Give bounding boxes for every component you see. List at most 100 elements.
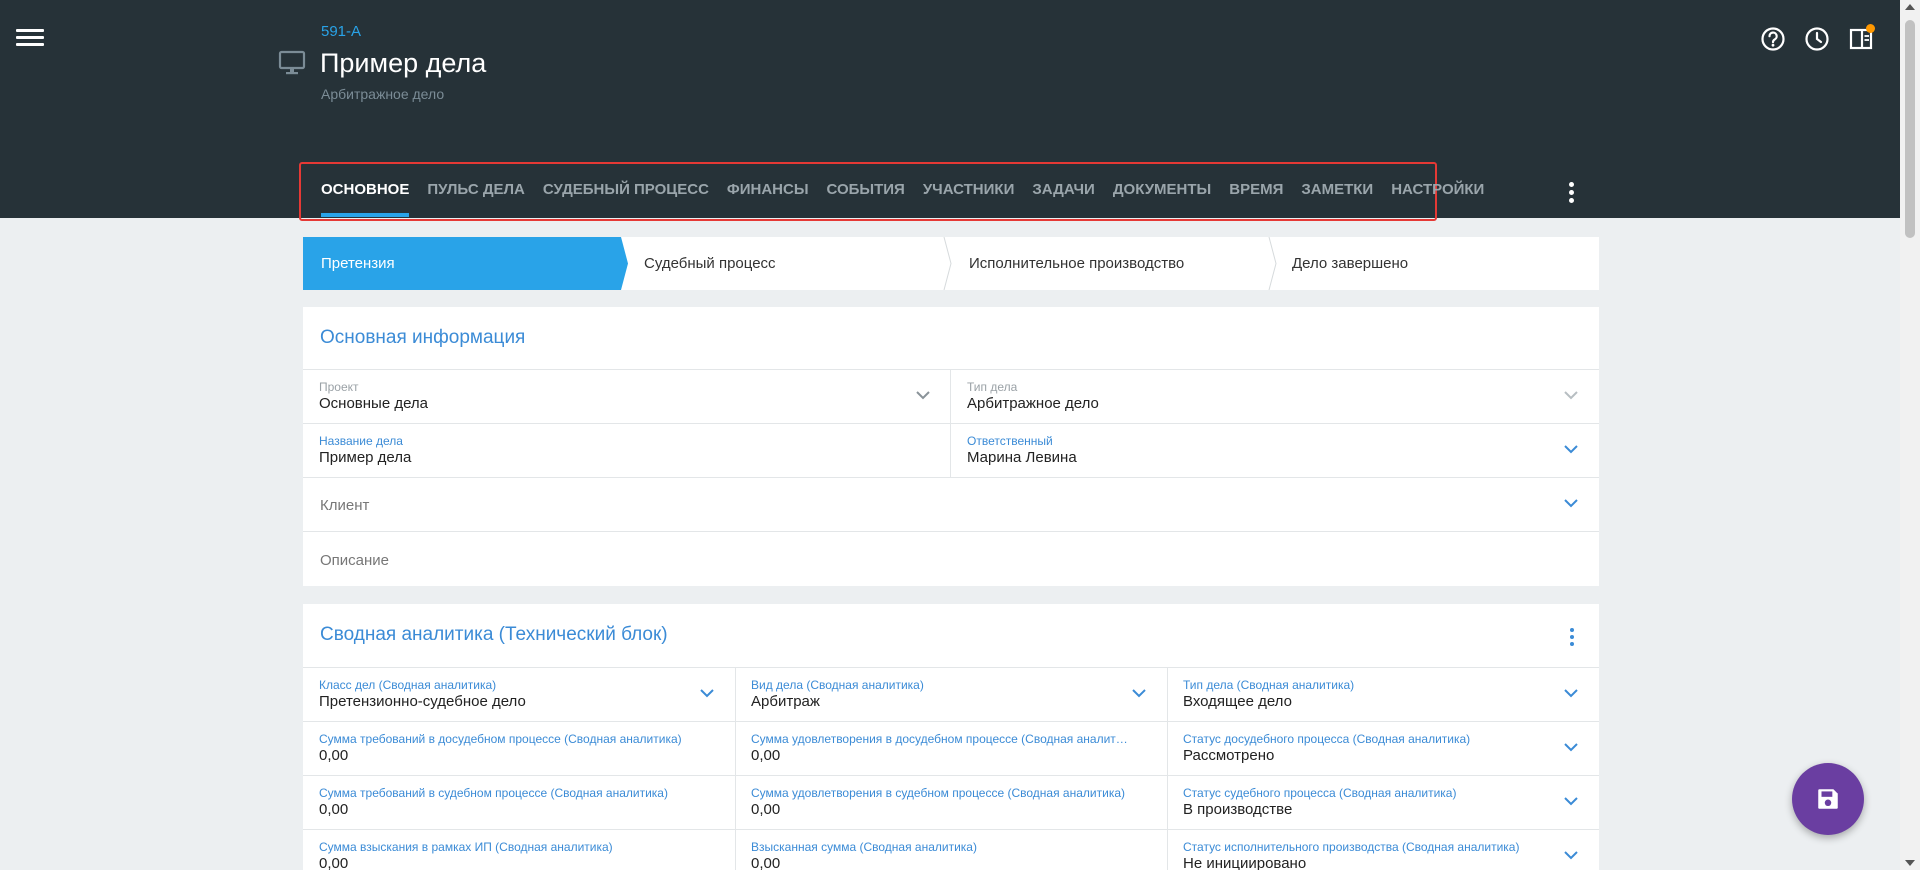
field-value: Не инициировано (1183, 855, 1307, 870)
tab-0[interactable]: ОСНОВНОЕ (321, 181, 410, 217)
column-divider (1167, 829, 1168, 870)
notification-dot (1866, 24, 1875, 33)
step-label: Судебный процесс (644, 255, 776, 272)
step-label: Претензия (321, 255, 395, 272)
section-title: Сводная аналитика (Технический блок) (320, 624, 668, 645)
field-label: Взысканная сумма (Сводная аналитика) (751, 840, 977, 854)
tab-9[interactable]: ЗАМЕТКИ (1301, 181, 1373, 217)
scroll-up-icon[interactable] (1905, 4, 1915, 10)
step-pretension[interactable]: Претензия (303, 237, 628, 290)
field-value: 0,00 (751, 747, 781, 764)
tab-10[interactable]: НАСТРОЙКИ (1391, 181, 1484, 217)
field-label: Сумма взыскания в рамках ИП (Сводная ана… (319, 840, 613, 854)
page-title: Пример дела (320, 48, 487, 78)
field-value: 0,00 (319, 801, 349, 818)
chevron-down-icon[interactable] (1563, 796, 1579, 806)
analytics-field[interactable]: Статус досудебного процесса (Сводная ана… (1167, 721, 1599, 775)
step-court-process[interactable]: Судебный процесс (644, 237, 969, 290)
menu-icon[interactable] (16, 26, 44, 50)
field-value: Арбитражное дело (967, 395, 1099, 412)
field-label: Класс дел (Сводная аналитика) (319, 678, 497, 692)
tab-5[interactable]: УЧАСТНИКИ (923, 181, 1015, 217)
tab-6[interactable]: ЗАДАЧИ (1032, 181, 1094, 217)
analytics-field[interactable]: Вид дела (Сводная аналитика) Арбитраж (735, 667, 1167, 721)
field-value: В производстве (1183, 801, 1293, 818)
field-label: Статус судебного процесса (Сводная анали… (1183, 786, 1457, 800)
field-value: 0,00 (751, 855, 781, 870)
page-subtitle: Арбитражное дело (321, 86, 445, 102)
chevron-down-icon[interactable] (1563, 498, 1579, 508)
project-field[interactable]: Проект Основные дела (303, 369, 951, 423)
field-value: Претензионно-судебное дело (319, 693, 526, 710)
step-divider (943, 237, 952, 290)
case-number[interactable]: 591-A (321, 23, 361, 40)
step-label: Исполнительное производство (969, 255, 1185, 272)
more-vert-icon[interactable] (1565, 626, 1579, 648)
scroll-thumb[interactable] (1905, 20, 1915, 238)
scroll-down-icon[interactable] (1905, 860, 1915, 866)
field-label: Ответственный (967, 434, 1053, 448)
page-scrollbar[interactable] (1900, 0, 1920, 870)
chevron-down-icon[interactable] (1563, 444, 1579, 454)
tab-4[interactable]: СОБЫТИЯ (827, 181, 905, 217)
field-placeholder: Клиент (320, 497, 370, 514)
analytics-field[interactable]: Статус судебного процесса (Сводная анали… (1167, 775, 1599, 829)
tab-2[interactable]: СУДЕБНЫЙ ПРОЦЕСС (543, 181, 709, 217)
field-label: Сумма удовлетворения в досудебном процес… (751, 732, 1128, 746)
analytics-field[interactable]: Взысканная сумма (Сводная аналитика) 0,00 (735, 829, 1167, 870)
history-icon[interactable] (1804, 26, 1830, 52)
responsible-field[interactable]: Ответственный Марина Левина (951, 423, 1599, 477)
field-placeholder: Описание (320, 552, 390, 569)
analytics-field[interactable]: Тип дела (Сводная аналитика) Входящее дел… (1167, 667, 1599, 721)
analytics-field[interactable]: Сумма требований в досудебном процессе (… (303, 721, 735, 775)
field-label: Статус исполнительного производства (Сво… (1183, 840, 1520, 854)
field-label: Статус досудебного процесса (Сводная ана… (1183, 732, 1471, 746)
case-name-field[interactable]: Название дела Пример дела (303, 423, 951, 477)
chevron-down-icon[interactable] (915, 390, 931, 400)
side-panel-button[interactable] (1848, 24, 1875, 52)
description-field[interactable]: Описание (303, 531, 1599, 586)
chevron-down-icon[interactable] (1131, 688, 1147, 698)
tab-1[interactable]: ПУЛЬС ДЕЛА (427, 181, 525, 217)
tab-7[interactable]: ДОКУМЕНТЫ (1113, 181, 1211, 217)
client-field[interactable]: Клиент (303, 477, 1599, 531)
field-label: Название дела (319, 434, 403, 448)
column-divider (1167, 721, 1168, 775)
analytics-field[interactable]: Сумма удовлетворения в досудебном процес… (735, 721, 1167, 775)
analytics-field[interactable]: Сумма удовлетворения в судебном процессе… (735, 775, 1167, 829)
field-label: Вид дела (Сводная аналитика) (751, 678, 924, 692)
chevron-down-icon[interactable] (1563, 390, 1579, 400)
chevron-down-icon[interactable] (1563, 850, 1579, 860)
analytics-field[interactable]: Сумма требований в судебном процессе (Св… (303, 775, 735, 829)
chevron-down-icon[interactable] (1563, 742, 1579, 752)
column-divider (735, 721, 736, 775)
column-divider (735, 667, 736, 721)
field-label: Сумма удовлетворения в судебном процессе… (751, 786, 1125, 800)
field-label: Проект (319, 380, 359, 394)
help-icon[interactable] (1760, 26, 1786, 52)
tab-8[interactable]: ВРЕМЯ (1229, 181, 1283, 217)
column-divider (735, 775, 736, 829)
save-button[interactable] (1792, 763, 1864, 835)
field-label: Тип дела (Сводная аналитика) (1183, 678, 1355, 692)
analytics-field[interactable]: Класс дел (Сводная аналитика) Претензионн… (303, 667, 735, 721)
field-label: Тип дела (967, 380, 1018, 394)
column-divider (1167, 775, 1168, 829)
chevron-down-icon[interactable] (1563, 688, 1579, 698)
analytics-card: Сводная аналитика (Технический блок) Кла… (303, 604, 1599, 870)
field-value: 0,00 (319, 747, 349, 764)
analytics-field[interactable]: Статус исполнительного производства (Сво… (1167, 829, 1599, 870)
tab-bar: ОСНОВНОЕ ПУЛЬС ДЕЛА СУДЕБНЫЙ ПРОЦЕСС ФИНАНС… (321, 181, 1484, 217)
more-vert-icon[interactable] (1562, 179, 1580, 205)
column-divider (1167, 667, 1168, 721)
step-enforcement[interactable]: Исполнительное производство (969, 237, 1294, 290)
field-value: Пример дела (319, 449, 412, 466)
step-completed[interactable]: Дело завершено (1292, 237, 1592, 290)
main-info-card: Основная информация Проект Основные дела… (303, 307, 1599, 586)
analytics-field[interactable]: Сумма взыскания в рамках ИП (Сводная ана… (303, 829, 735, 870)
tab-3[interactable]: ФИНАНСЫ (727, 181, 809, 217)
chevron-down-icon[interactable] (699, 688, 715, 698)
app-header: 591-A Пример дела Арбитражное дело ОСНОВ… (0, 0, 1900, 221)
case-type-field[interactable]: Тип дела Арбитражное дело (951, 369, 1599, 423)
field-label: Сумма требований в досудебном процессе (… (319, 732, 682, 746)
